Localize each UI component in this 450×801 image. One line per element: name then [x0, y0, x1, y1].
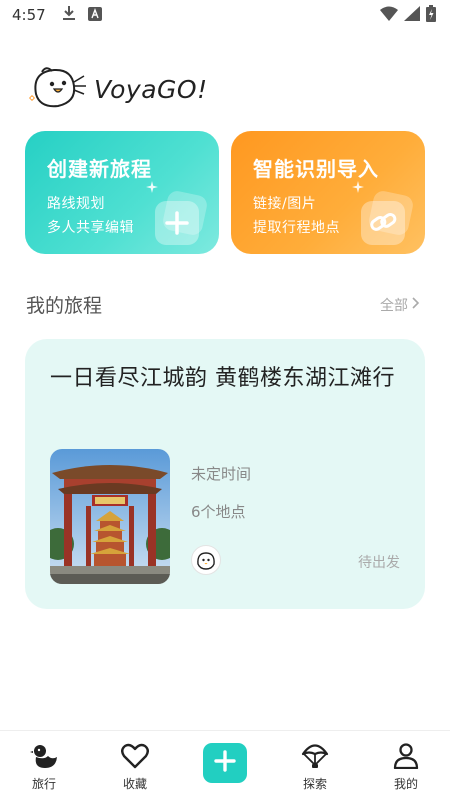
my-trips-title: 我的旅程 [26, 295, 103, 317]
add-icon [214, 750, 236, 776]
create-trip-card[interactable]: 创建新旅程 路线规划 多人共享编辑 [25, 131, 219, 254]
nav-label-favorites: 收藏 [122, 777, 147, 791]
download-icon [62, 5, 76, 25]
create-trip-line2: 多人共享编辑 [47, 220, 134, 236]
link-icon [357, 189, 415, 247]
view-all-label: 全部 [380, 298, 408, 314]
view-all-link[interactable]: 全部 [380, 295, 420, 315]
person-icon [392, 743, 420, 773]
nav-label-profile: 我的 [393, 777, 418, 791]
create-trip-title: 创建新旅程 [47, 157, 152, 181]
parachute-icon [301, 743, 329, 773]
status-time: 4:57 [12, 6, 46, 24]
trip-status: 待出发 [358, 555, 400, 571]
bottom-nav: 旅行 收藏 探索 我的 [0, 730, 450, 801]
nav-item-explore[interactable]: 探索 [290, 743, 340, 792]
heart-icon [121, 743, 149, 773]
add-trip-button[interactable] [203, 743, 247, 783]
trip-photo [50, 449, 170, 584]
app-logo: VoyaGO! [26, 64, 208, 114]
logo-text: VoyaGO! [94, 74, 208, 104]
battery-icon [426, 4, 436, 26]
nav-item-profile[interactable]: 我的 [381, 743, 431, 792]
trip-places-count: 6个地点 [191, 503, 246, 521]
smart-import-line1: 链接/图片 [253, 196, 317, 212]
nav-label-travel: 旅行 [31, 777, 56, 791]
trip-time: 未定时间 [191, 465, 252, 483]
duck-icon [30, 743, 58, 773]
plus-icon [151, 189, 209, 247]
chevron-right-icon [412, 297, 420, 313]
signal-icon [404, 5, 420, 25]
nav-item-favorites[interactable]: 收藏 [110, 743, 160, 792]
status-bar: 4:57 [0, 0, 450, 30]
create-trip-line1: 路线规划 [47, 196, 105, 212]
trip-card[interactable]: 一日看尽江城韵 黄鹤楼东湖江滩行 未定时间 6个地点 待出发 [25, 339, 425, 609]
trip-title: 一日看尽江城韵 黄鹤楼东湖江滩行 [50, 366, 395, 391]
wifi-icon [380, 6, 398, 25]
avatar[interactable] [191, 545, 221, 575]
nav-label-explore: 探索 [302, 777, 327, 791]
smart-import-line2: 提取行程地点 [253, 220, 340, 236]
font-a-icon [87, 6, 102, 25]
smart-import-card[interactable]: 智能识别导入 链接/图片 提取行程地点 [231, 131, 425, 254]
duck-logo-icon [26, 64, 88, 114]
nav-item-travel[interactable]: 旅行 [19, 743, 69, 792]
